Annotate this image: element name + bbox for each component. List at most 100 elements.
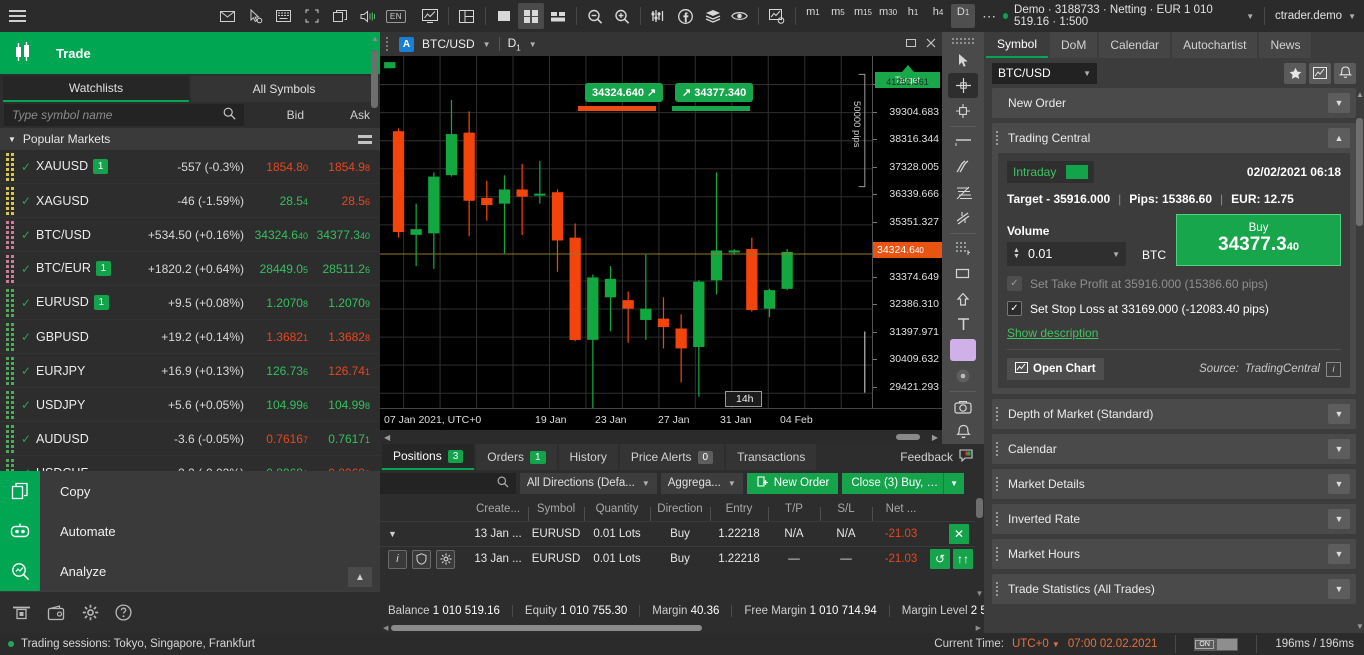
price-axis[interactable]: 40293.02239304.68338316.34437328.0053633… xyxy=(872,56,942,408)
close-position-button[interactable]: ✕ xyxy=(949,524,969,544)
drag-handle-icon[interactable] xyxy=(996,547,1001,561)
tab-transactions[interactable]: Transactions xyxy=(726,444,816,470)
chevron-up-icon[interactable]: ▲ xyxy=(1328,128,1350,148)
drag-handle-icon[interactable] xyxy=(996,442,1001,456)
deposit-icon[interactable] xyxy=(12,605,31,621)
close-all-button[interactable]: Close (3) Buy, … ▼ xyxy=(842,473,964,494)
symbol-row[interactable]: ✓BTC/EUR1+1820.2 (+0.64%)28449.0528511.2… xyxy=(0,252,380,286)
objects-icon[interactable] xyxy=(673,3,699,29)
scroll-left-icon[interactable]: ◀ xyxy=(383,624,388,632)
chevron-down-icon[interactable]: ▼ xyxy=(1328,404,1350,424)
alert-bell-icon[interactable] xyxy=(1334,63,1356,84)
chevron-down-icon[interactable]: ▼ xyxy=(1112,250,1120,259)
more-options-icon[interactable]: ⋯ xyxy=(976,8,1003,25)
drag-handle-icon[interactable] xyxy=(4,360,16,382)
column-quantity[interactable]: Quantity xyxy=(584,503,650,515)
drag-handle-icon[interactable] xyxy=(996,512,1001,526)
group-menu-icon[interactable] xyxy=(358,135,372,144)
context-menu-item-copy[interactable]: Copy xyxy=(0,471,380,511)
timeframe-m5[interactable]: m5 xyxy=(826,4,850,28)
language-selector[interactable]: EN xyxy=(383,3,409,29)
favorite-star-icon[interactable] xyxy=(1284,63,1306,84)
table-row[interactable]: i 13 Jan ... EURUSD 0.01 Lots Buy 1.2221… xyxy=(380,546,975,571)
chevron-down-icon[interactable]: ▼ xyxy=(1328,544,1350,564)
positions-search[interactable] xyxy=(380,473,516,494)
keyboard-icon[interactable] xyxy=(271,3,297,29)
server-selector[interactable]: ctrader.demo ▼ xyxy=(1275,10,1356,22)
drag-handle-icon[interactable] xyxy=(386,37,391,51)
symbol-row[interactable]: ✓GBPUSD+19.2 (+0.14%)1.368211.36828 xyxy=(0,320,380,354)
table-scrollbar[interactable]: ▼ xyxy=(975,496,984,600)
column-created[interactable]: Create... xyxy=(468,503,528,515)
section-header[interactable]: Market Hours▼ xyxy=(992,539,1356,569)
tab-calendar[interactable]: Calendar xyxy=(1099,32,1170,58)
chevron-down-icon[interactable]: ▼ xyxy=(1328,509,1350,529)
tab-news[interactable]: News xyxy=(1259,32,1311,58)
drag-handle-icon[interactable] xyxy=(4,156,16,178)
stop-loss-checkbox[interactable]: ✓ xyxy=(1007,301,1022,316)
tab-positions[interactable]: Positions3 xyxy=(382,444,474,470)
grid-four-icon[interactable] xyxy=(518,3,544,29)
tab-history[interactable]: History xyxy=(559,444,618,470)
symbol-bid[interactable]: 1.36821 xyxy=(252,330,314,344)
layout-icon[interactable] xyxy=(454,3,480,29)
aggregate-filter-dropdown[interactable]: Aggrega... ▼ xyxy=(661,473,743,494)
layers-icon[interactable] xyxy=(700,3,726,29)
open-chart-button[interactable]: Open Chart xyxy=(1007,358,1104,380)
settings-gear-icon[interactable] xyxy=(82,604,99,621)
timeframe-m30[interactable]: m30 xyxy=(876,4,900,28)
trendline-icon[interactable] xyxy=(948,155,978,179)
drag-handle-icon[interactable] xyxy=(4,224,16,246)
section-header[interactable]: Depth of Market (Standard)▼ xyxy=(992,399,1356,429)
tab-all-symbols[interactable]: All Symbols xyxy=(191,76,377,102)
timeframe-m15[interactable]: m15 xyxy=(851,4,875,28)
scrollbar-thumb[interactable] xyxy=(1356,118,1363,226)
settings-gear-icon[interactable] xyxy=(436,550,455,569)
sound-icon[interactable] xyxy=(355,3,381,29)
symbol-group-header[interactable]: ▼ Popular Markets xyxy=(0,128,380,150)
drag-handle-icon[interactable] xyxy=(4,394,16,416)
info-icon[interactable]: i xyxy=(388,550,407,569)
chart-symbol-label[interactable]: BTC/USD xyxy=(422,37,475,51)
single-pane-icon[interactable] xyxy=(491,3,517,29)
symbol-row[interactable]: ✓EURJPY+16.9 (+0.13%)126.736126.741 xyxy=(0,354,380,388)
section-trading-central-header[interactable]: Trading Central ▲ xyxy=(992,123,1356,153)
expand-group-icon[interactable]: ▼ xyxy=(388,529,397,539)
fullscreen-icon[interactable] xyxy=(299,3,325,29)
section-header[interactable]: Trade Statistics (All Trades)▼ xyxy=(992,574,1356,604)
column-direction[interactable]: Direction xyxy=(650,503,710,515)
symbol-bid[interactable]: 0.76167 xyxy=(252,432,314,446)
scrollbar-thumb[interactable] xyxy=(371,50,378,108)
column-entry[interactable]: Entry xyxy=(710,503,768,515)
right-panel-scrollbar[interactable]: ▲ ▼ xyxy=(1356,90,1363,631)
chevron-down-icon[interactable]: ▼ xyxy=(529,40,537,49)
scrollbar-thumb[interactable] xyxy=(896,434,920,440)
chevron-down-icon[interactable]: ▼ xyxy=(1328,474,1350,494)
dot-icon[interactable] xyxy=(948,363,978,387)
scroll-right-icon[interactable]: ▶ xyxy=(976,624,981,632)
symbol-bid[interactable]: 28449.05 xyxy=(252,262,314,276)
tab-autochartist[interactable]: Autochartist xyxy=(1172,32,1257,58)
crosshair-icon[interactable] xyxy=(948,73,978,97)
take-profit-row[interactable]: ✓ Set Take Profit at 35916.000 (15386.60… xyxy=(1007,276,1341,291)
chart-plot-area[interactable]: 34324.640 ↗ ↗ 34377.340 50000 pips 14h xyxy=(380,56,872,408)
marker-icon[interactable] xyxy=(948,99,978,123)
close-icon[interactable] xyxy=(926,37,936,51)
symbol-ask[interactable]: 28.56 xyxy=(314,194,376,208)
scroll-right-icon[interactable]: ▶ xyxy=(932,433,938,442)
zoom-out-icon[interactable] xyxy=(582,3,608,29)
chart-horizontal-scrollbar[interactable]: ◀ ▶ xyxy=(380,430,942,444)
tab-symbol[interactable]: Symbol xyxy=(986,32,1048,58)
take-profit-checkbox[interactable]: ✓ xyxy=(1007,276,1022,291)
wallet-icon[interactable] xyxy=(47,605,66,621)
scroll-up-icon[interactable]: ▲ xyxy=(1356,90,1363,99)
fib-grid-icon[interactable] xyxy=(948,237,978,261)
symbol-ask[interactable]: 28511.26 xyxy=(314,262,376,276)
rectangle-icon[interactable] xyxy=(948,262,978,286)
drag-handle-icon[interactable] xyxy=(4,292,16,314)
tab-price-alerts[interactable]: Price Alerts0 xyxy=(620,444,724,470)
symbol-ask[interactable]: 1.20709 xyxy=(314,296,376,310)
timeframe-m1[interactable]: m1 xyxy=(801,4,825,28)
chevron-down-icon[interactable]: ▼ xyxy=(1328,579,1350,599)
fibonacci-icon[interactable] xyxy=(948,181,978,205)
